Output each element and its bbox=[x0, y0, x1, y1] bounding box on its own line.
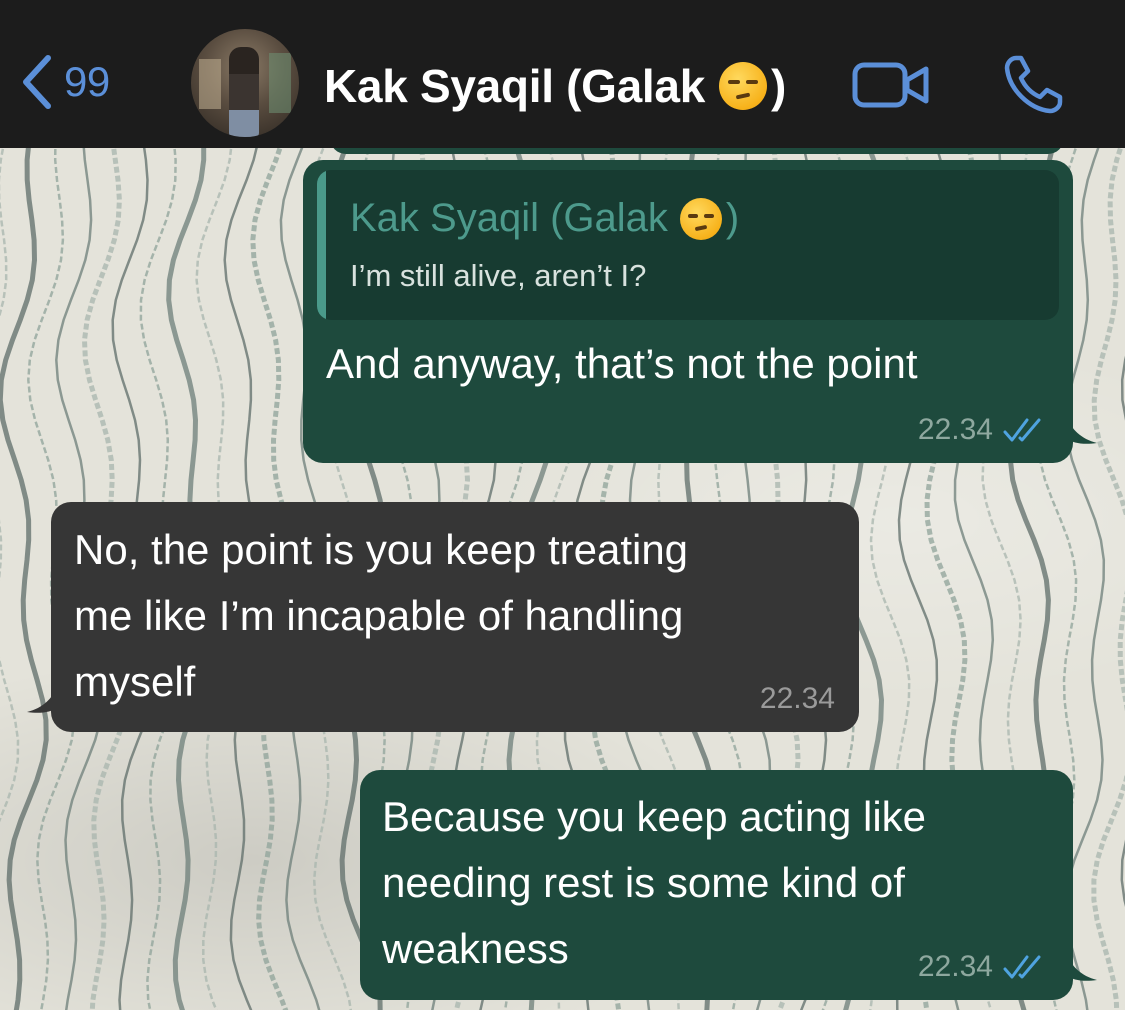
contact-name-close-paren: ) bbox=[770, 60, 787, 112]
quoted-author: Kak Syaqil (Galak ) bbox=[350, 196, 739, 241]
contact-name[interactable]: Kak Syaqil (Galak ) bbox=[324, 56, 786, 116]
chat-header: 99 Kak Syaqil (Galak ) bbox=[0, 0, 1125, 148]
video-camera-icon bbox=[852, 62, 929, 108]
quoted-message[interactable]: Kak Syaqil (Galak ) I’m still alive, are… bbox=[317, 170, 1059, 320]
contact-name-text: Kak Syaqil (Galak bbox=[324, 60, 705, 112]
chevron-left-icon bbox=[23, 55, 51, 109]
quote-accent-bar bbox=[317, 170, 326, 320]
bubble-tail bbox=[1067, 417, 1097, 444]
message-meta: 22.34 bbox=[760, 682, 835, 716]
voice-call-button[interactable] bbox=[1002, 54, 1064, 121]
message-line: No, the point is you keep treating bbox=[74, 526, 689, 573]
fabric-stripe bbox=[1091, 139, 1125, 1010]
bubble-tail bbox=[1067, 954, 1097, 981]
video-call-button[interactable] bbox=[852, 60, 932, 115]
message-line: me like I’m incapable of handling bbox=[74, 592, 684, 639]
phone-icon bbox=[1004, 55, 1063, 114]
message-line: myself bbox=[74, 658, 196, 705]
quoted-author-name: Kak Syaqil (Galak bbox=[350, 196, 668, 240]
double-check-read-icon bbox=[1003, 418, 1041, 442]
quoted-author-close-paren: ) bbox=[725, 196, 740, 240]
message-time: 22.34 bbox=[759, 682, 835, 715]
bubble-tail bbox=[27, 686, 57, 713]
message-text: And anyway, that’s not the point bbox=[326, 340, 918, 387]
quoted-text: I’m still alive, aren’t I? bbox=[350, 258, 647, 293]
message-bubble-outgoing[interactable]: Kak Syaqil (Galak ) I’m still alive, are… bbox=[303, 160, 1097, 463]
message-line: Because you keep acting like bbox=[382, 793, 927, 840]
message-line: needing rest is some kind of bbox=[382, 859, 905, 906]
back-button[interactable]: 99 bbox=[22, 52, 110, 112]
unamused-face-emoji-icon bbox=[679, 197, 722, 240]
message-bubble-incoming[interactable]: No, the point is you keep treating me li… bbox=[27, 502, 859, 732]
unread-count: 99 bbox=[64, 58, 110, 105]
double-check-read-icon bbox=[1003, 955, 1041, 979]
message-meta: 22.34 bbox=[918, 950, 1047, 984]
message-time: 22.34 bbox=[917, 950, 993, 983]
avatar[interactable] bbox=[191, 29, 299, 137]
message-bubble-outgoing[interactable]: Because you keep acting like needing res… bbox=[360, 770, 1097, 1000]
unamused-face-emoji-icon bbox=[718, 62, 767, 110]
message-line: weakness bbox=[382, 925, 569, 972]
message-time: 22.34 bbox=[917, 413, 993, 446]
message-meta: 22.34 bbox=[918, 413, 1047, 447]
